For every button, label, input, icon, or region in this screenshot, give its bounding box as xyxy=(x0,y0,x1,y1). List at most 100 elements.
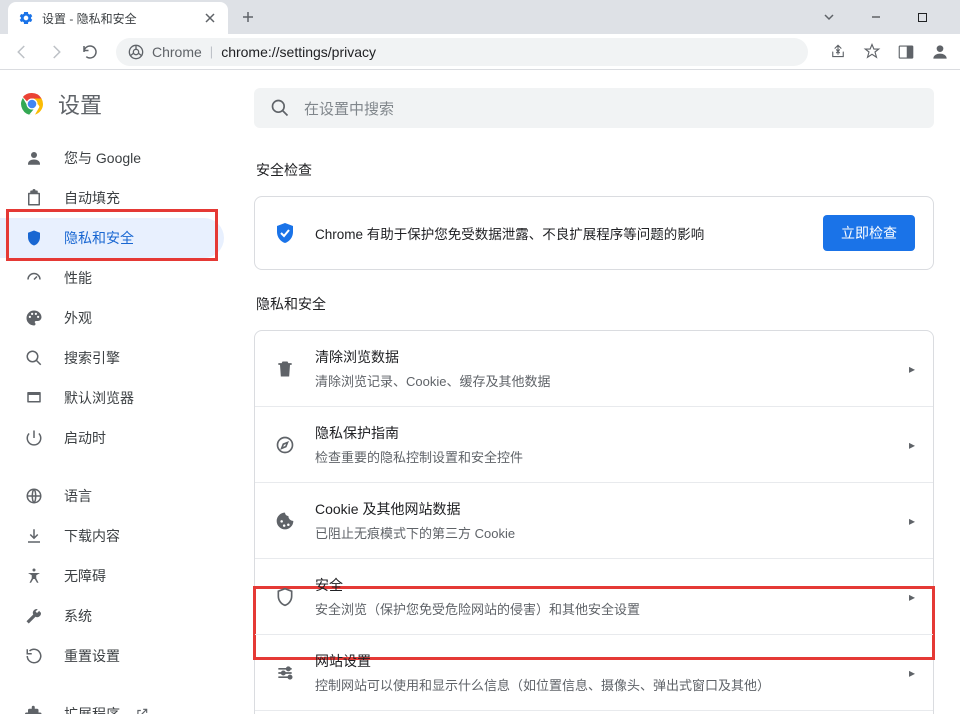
row-title: 安全 xyxy=(315,575,891,595)
row-site-settings[interactable]: 网站设置 控制网站可以使用和显示什么信息（如位置信息、摄像头、弹出式窗口及其他）… xyxy=(255,634,933,710)
chevron-down-icon[interactable] xyxy=(823,11,863,23)
extension-icon xyxy=(24,704,44,714)
section-title-safety: 安全检查 xyxy=(256,160,938,180)
shield-icon xyxy=(24,228,44,248)
section-title-privacy: 隐私和安全 xyxy=(256,294,938,314)
shield-outline-icon xyxy=(273,587,297,607)
close-icon[interactable] xyxy=(202,10,218,26)
safety-check-text: Chrome 有助于保护您免受数据泄露、不良扩展程序等问题的影响 xyxy=(315,223,805,243)
row-title: 隐私保护指南 xyxy=(315,423,891,443)
sidebar-item-performance[interactable]: 性能 xyxy=(0,258,224,298)
sidebar-title: 设置 xyxy=(58,88,102,120)
power-icon xyxy=(24,428,44,448)
sidebar-item-default-browser[interactable]: 默认浏览器 xyxy=(0,378,224,418)
person-icon xyxy=(24,148,44,168)
chevron-right-icon: ▸ xyxy=(909,362,915,376)
new-tab-button[interactable] xyxy=(234,3,262,31)
download-icon xyxy=(24,526,44,546)
row-privacy-guide[interactable]: 隐私保护指南 检查重要的隐私控制设置和安全控件 ▸ xyxy=(255,406,933,482)
sidebar-item-languages[interactable]: 语言 xyxy=(0,476,224,516)
share-icon[interactable] xyxy=(826,40,850,64)
speedometer-icon xyxy=(24,268,44,288)
row-sub: 已阻止无痕模式下的第三方 Cookie xyxy=(315,523,891,542)
chevron-right-icon: ▸ xyxy=(909,590,915,604)
sidebar-item-label: 自动填充 xyxy=(64,188,120,208)
sidebar-item-label: 重置设置 xyxy=(64,646,120,666)
sidebar-item-label: 扩展程序 xyxy=(64,704,120,714)
maximize-icon[interactable] xyxy=(917,12,957,23)
reload-button[interactable] xyxy=(76,38,104,66)
content: 在设置中搜索 安全检查 Chrome 有助于保护您免受数据泄露、不良扩展程序等问… xyxy=(244,70,960,714)
sidebar-item-label: 隐私和安全 xyxy=(64,228,134,248)
tune-icon xyxy=(273,663,297,683)
row-title: 网站设置 xyxy=(315,651,891,671)
chevron-right-icon: ▸ xyxy=(909,514,915,528)
browser-tab[interactable]: 设置 - 隐私和安全 xyxy=(8,2,228,34)
sidebar-item-label: 性能 xyxy=(64,268,92,288)
sidebar-item-label: 系统 xyxy=(64,606,92,626)
row-security[interactable]: 安全 安全浏览（保护您免受危险网站的侵害）和其他安全设置 ▸ xyxy=(255,558,933,634)
browser-icon xyxy=(24,388,44,408)
row-title: Cookie 及其他网站数据 xyxy=(315,499,891,519)
safety-check-card: Chrome 有助于保护您免受数据泄露、不良扩展程序等问题的影响 立即检查 xyxy=(254,196,934,270)
sidebar-item-label: 外观 xyxy=(64,308,92,328)
search-placeholder: 在设置中搜索 xyxy=(304,98,394,119)
globe-icon xyxy=(24,486,44,506)
sidebar-item-extensions[interactable]: 扩展程序 xyxy=(0,694,224,714)
sidebar-item-reset[interactable]: 重置设置 xyxy=(0,636,224,676)
profile-icon[interactable] xyxy=(928,40,952,64)
sidebar-list: 您与 Google 自动填充 隐私和安全 性能 外观 xyxy=(0,130,244,714)
forward-button[interactable] xyxy=(42,38,70,66)
check-now-button[interactable]: 立即检查 xyxy=(823,215,915,251)
clipboard-icon xyxy=(24,188,44,208)
sidebar-item-label: 默认浏览器 xyxy=(64,388,134,408)
accessibility-icon xyxy=(24,566,44,586)
address-separator: | xyxy=(210,44,213,59)
row-clear-browsing-data[interactable]: 清除浏览数据 清除浏览记录、Cookie、缓存及其他数据 ▸ xyxy=(255,331,933,406)
address-path: chrome://settings/privacy xyxy=(221,44,376,60)
sidebar-item-privacy[interactable]: 隐私和安全 xyxy=(0,218,224,258)
shield-check-icon xyxy=(273,221,297,245)
sidebar-item-label: 您与 Google xyxy=(64,148,141,168)
search-icon xyxy=(24,348,44,368)
tab-title: 设置 - 隐私和安全 xyxy=(42,10,194,27)
palette-icon xyxy=(24,308,44,328)
privacy-list: 清除浏览数据 清除浏览记录、Cookie、缓存及其他数据 ▸ 隐私保护指南 检查… xyxy=(254,330,934,714)
restore-icon xyxy=(24,646,44,666)
address-bar[interactable]: Chrome | chrome://settings/privacy xyxy=(116,38,808,66)
sidebar-item-label: 搜索引擎 xyxy=(64,348,120,368)
side-panel-icon[interactable] xyxy=(894,40,918,64)
compass-icon xyxy=(273,435,297,455)
row-sub: 安全浏览（保护您免受危险网站的侵害）和其他安全设置 xyxy=(315,599,891,618)
search-icon xyxy=(270,98,290,118)
sidebar-item-label: 下载内容 xyxy=(64,526,120,546)
address-origin: Chrome xyxy=(152,44,202,60)
sidebar-item-you-and-google[interactable]: 您与 Google xyxy=(0,138,224,178)
search-input[interactable]: 在设置中搜索 xyxy=(254,88,934,128)
sidebar-item-appearance[interactable]: 外观 xyxy=(0,298,224,338)
toolbar: Chrome | chrome://settings/privacy xyxy=(0,34,960,70)
sidebar-item-label: 语言 xyxy=(64,486,92,506)
sidebar: 设置 您与 Google 自动填充 隐私和安全 性能 xyxy=(0,70,244,714)
trash-icon xyxy=(273,359,297,379)
minimize-icon[interactable] xyxy=(870,11,910,23)
tab-bar: 设置 - 隐私和安全 xyxy=(0,0,960,34)
chrome-icon xyxy=(128,44,144,60)
bookmark-icon[interactable] xyxy=(860,40,884,64)
row-cookies[interactable]: Cookie 及其他网站数据 已阻止无痕模式下的第三方 Cookie ▸ xyxy=(255,482,933,558)
chrome-logo-icon xyxy=(20,92,44,116)
sidebar-item-accessibility[interactable]: 无障碍 xyxy=(0,556,224,596)
external-link-icon xyxy=(132,704,152,714)
chevron-right-icon: ▸ xyxy=(909,438,915,452)
sidebar-item-search-engine[interactable]: 搜索引擎 xyxy=(0,338,224,378)
row-privacy-sandbox[interactable]: Privacy Sandbox 试用版功能已关闭 xyxy=(255,710,933,714)
back-button[interactable] xyxy=(8,38,36,66)
row-title: 清除浏览数据 xyxy=(315,347,891,367)
sidebar-item-label: 启动时 xyxy=(64,428,106,448)
sidebar-item-autofill[interactable]: 自动填充 xyxy=(0,178,224,218)
row-sub: 控制网站可以使用和显示什么信息（如位置信息、摄像头、弹出式窗口及其他） xyxy=(315,675,891,694)
chevron-right-icon: ▸ xyxy=(909,666,915,680)
sidebar-item-system[interactable]: 系统 xyxy=(0,596,224,636)
sidebar-item-on-startup[interactable]: 启动时 xyxy=(0,418,224,458)
sidebar-item-downloads[interactable]: 下载内容 xyxy=(0,516,224,556)
